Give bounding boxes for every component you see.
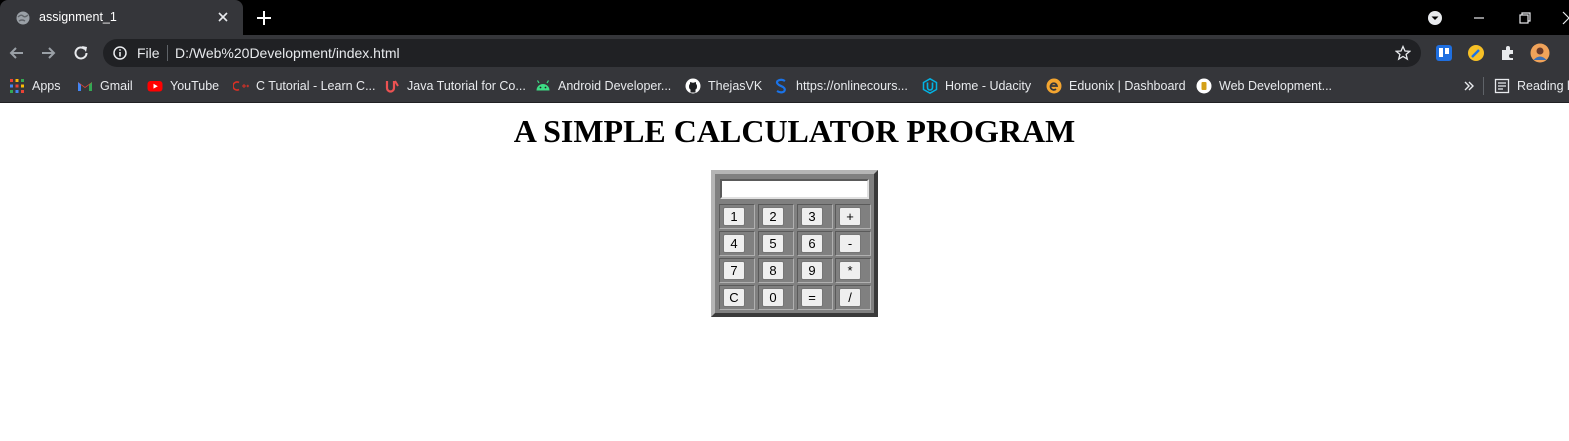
url-text[interactable]: D:/Web%20Development/index.html: [175, 45, 400, 61]
address-bar[interactable]: File D:/Web%20Development/index.html: [103, 39, 1421, 67]
add-button[interactable]: +: [839, 207, 861, 226]
tab-strip: assignment_1: [0, 0, 1569, 35]
web-dev-icon: [1196, 78, 1212, 94]
reload-icon[interactable]: [71, 43, 91, 63]
key-cell: =: [797, 285, 833, 310]
back-arrow-icon[interactable]: [7, 43, 27, 63]
divide-button[interactable]: /: [839, 288, 861, 307]
android-icon: [536, 80, 550, 91]
key-8-button[interactable]: 8: [762, 261, 784, 280]
key-cell: 6: [797, 231, 833, 256]
calculator: 1 2 3 + 4 5 6 - 7 8 9 * C 0 = /: [711, 170, 878, 317]
browser-toolbar: File D:/Web%20Development/index.html: [0, 35, 1569, 71]
gmail-icon: [78, 82, 92, 91]
scheme-label: File: [137, 45, 160, 61]
key-cell: *: [835, 258, 871, 283]
udacity-icon: [922, 78, 938, 94]
bookmarks-divider: [1483, 77, 1484, 95]
bookmark-label: https://onlinecours...: [796, 79, 908, 93]
address-separator: [167, 45, 168, 61]
key-cell: /: [835, 285, 871, 310]
tab-title: assignment_1: [39, 10, 117, 24]
key-cell: -: [835, 231, 871, 256]
key-cell: 5: [758, 231, 794, 256]
bookmark-label: Gmail: [100, 79, 133, 93]
bookmark-label: Eduonix | Dashboard: [1069, 79, 1186, 93]
close-tab-icon[interactable]: [214, 8, 232, 26]
forward-arrow-icon[interactable]: [38, 43, 58, 63]
key-1-button[interactable]: 1: [723, 207, 745, 226]
bookmark-label: ThejasVK: [708, 79, 763, 93]
close-window-icon[interactable]: [1559, 8, 1569, 28]
reading-list-icon: [1494, 78, 1510, 94]
minimize-icon[interactable]: [1469, 8, 1489, 28]
restore-icon[interactable]: [1515, 8, 1535, 28]
key-cell: C: [719, 285, 755, 310]
key-4-button[interactable]: 4: [723, 234, 745, 253]
apps-grid-icon: [10, 79, 24, 93]
eduonix-icon: [1046, 78, 1062, 94]
key-6-button[interactable]: 6: [801, 234, 823, 253]
bookmark-label: Home - Udacity: [945, 79, 1032, 93]
multiply-button[interactable]: *: [839, 261, 861, 280]
profile-avatar-icon[interactable]: [1530, 43, 1550, 63]
github-icon: [685, 78, 701, 94]
key-cell: +: [835, 204, 871, 229]
key-cell: 9: [797, 258, 833, 283]
equals-button[interactable]: =: [801, 288, 823, 307]
new-tab-icon[interactable]: [254, 8, 274, 28]
bookmark-label: Web Development...: [1219, 79, 1333, 93]
pencil-extension-icon[interactable]: [1466, 43, 1486, 63]
trello-extension-icon[interactable]: [1434, 43, 1454, 63]
extensions-puzzle-icon[interactable]: [1498, 43, 1518, 63]
key-cell: 7: [719, 258, 755, 283]
bookmark-label: Apps: [32, 79, 61, 93]
key-0-button[interactable]: 0: [762, 288, 784, 307]
youtube-icon: [147, 81, 163, 92]
chevron-double-right-icon[interactable]: [1462, 79, 1476, 93]
udemy-icon: [385, 80, 399, 93]
tab-search-icon[interactable]: [1425, 8, 1445, 28]
bookmark-star-icon[interactable]: [1395, 45, 1411, 61]
s-logo-icon: [775, 78, 786, 94]
key-2-button[interactable]: 2: [762, 207, 784, 226]
clear-button[interactable]: C: [723, 288, 745, 307]
key-cell: 2: [758, 204, 794, 229]
page-content: A SIMPLE CALCULATOR PROGRAM 1 2 3 + 4 5 …: [0, 103, 1569, 441]
key-9-button[interactable]: 9: [801, 261, 823, 280]
key-cell: 8: [758, 258, 794, 283]
subtract-button[interactable]: -: [839, 234, 861, 253]
calculator-display[interactable]: [720, 179, 869, 199]
info-icon[interactable]: [113, 46, 127, 60]
globe-icon: [16, 11, 30, 25]
bookmark-label: YouTube: [170, 79, 220, 93]
bookmark-label: Java Tutorial for Co...: [407, 79, 526, 93]
key-cell: 1: [719, 204, 755, 229]
key-5-button[interactable]: 5: [762, 234, 784, 253]
key-3-button[interactable]: 3: [801, 207, 823, 226]
key-7-button[interactable]: 7: [723, 261, 745, 280]
key-cell: 4: [719, 231, 755, 256]
page-heading: A SIMPLE CALCULATOR PROGRAM: [513, 113, 1076, 149]
tab-assignment[interactable]: assignment_1: [0, 0, 243, 35]
bookmark-label: C Tutorial - Learn C...: [256, 79, 376, 93]
reading-list-label: Reading list: [1517, 79, 1569, 93]
bookmark-label: Android Developer...: [558, 79, 672, 93]
bookmarks-bar: Apps Gmail YouTube C Tutorial - Learn C.…: [0, 71, 1569, 103]
key-cell: 0: [758, 285, 794, 310]
key-cell: 3: [797, 204, 833, 229]
cpp-icon: [233, 81, 249, 91]
